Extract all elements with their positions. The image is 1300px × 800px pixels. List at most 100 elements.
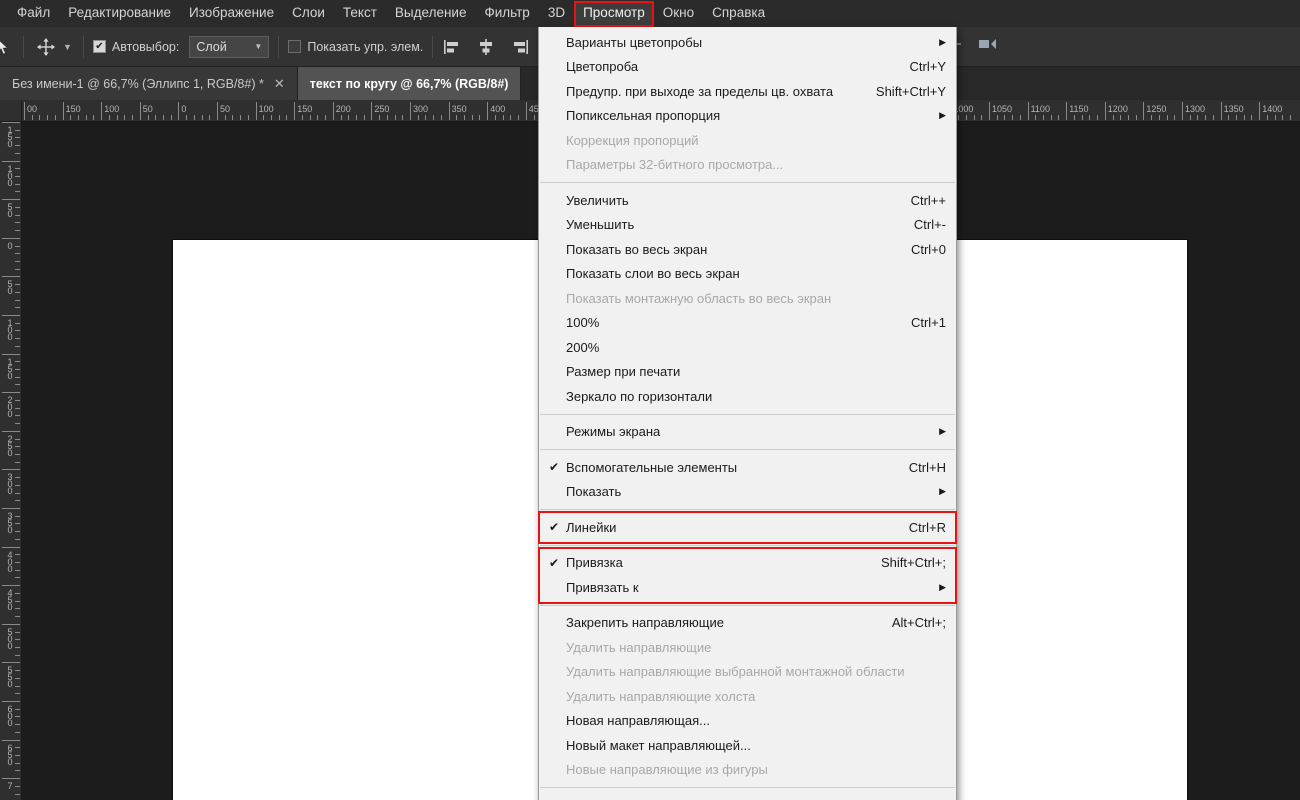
ruler-tick-minor <box>15 284 20 286</box>
ruler-tick-minor <box>15 631 20 633</box>
menu-item-0-4: Коррекция пропорций <box>539 128 956 153</box>
menubar-item-8[interactable]: Просмотр <box>574 1 654 27</box>
document-tab-0[interactable]: Без имени-1 @ 66,7% (Эллипс 1, RGB/8#) *… <box>0 67 298 100</box>
menu-item-shortcut: Ctrl+0 <box>910 241 946 257</box>
menu-item-1-5[interactable]: 100% Ctrl+1 <box>539 311 956 336</box>
ruler-tick-minor <box>1290 115 1292 120</box>
ruler-label-h: 1200 <box>1107 104 1128 114</box>
menubar-item-9[interactable]: Окно <box>654 2 703 25</box>
menubar-item-6[interactable]: Фильтр <box>475 2 538 25</box>
autoselect-scope-value: Слой <box>196 39 227 54</box>
menu-item-shortcut: Alt+Ctrl+; <box>891 615 946 631</box>
menu-item-6-0[interactable]: Закрепить направляющие Alt+Ctrl+; <box>539 611 956 636</box>
menu-item-label: Показать <box>566 484 622 500</box>
menu-item-3-0[interactable]: ✔ Вспомогательные элементы Ctrl+H <box>539 455 956 480</box>
align-right-icon[interactable] <box>510 37 530 57</box>
menu-item-1-1[interactable]: Уменьшить Ctrl+- <box>539 213 956 238</box>
menu-item-6-5[interactable]: Новый макет направляющей... <box>539 733 956 758</box>
tool-preset-chevron-down-icon[interactable]: ▼ <box>63 42 72 52</box>
menubar-item-5[interactable]: Выделение <box>386 2 476 25</box>
ruler-tick-major <box>2 315 20 316</box>
menu-item-3-1[interactable]: Показать ▶ <box>539 480 956 505</box>
ruler-tick-minor <box>1004 115 1006 120</box>
menubar-item-0[interactable]: Файл <box>8 2 59 25</box>
ruler-tick-minor <box>15 523 20 525</box>
menu-item-0-0[interactable]: Варианты цветопробы ▶ <box>539 30 956 55</box>
ruler-tick-minor <box>15 407 20 409</box>
menubar-item-7[interactable]: 3D <box>539 2 574 25</box>
vertical-ruler[interactable]: 150 100 50 0 50 100 150 200 250 300 350 400 450 500 55… <box>0 122 22 800</box>
menu-item-5-1[interactable]: Привязать к ▶ <box>539 575 956 600</box>
autoselect-scope-select[interactable]: Слой ▼ <box>189 35 270 58</box>
ruler-tick-major <box>2 469 20 471</box>
menubar-item-label: Справка <box>712 5 766 21</box>
3d-camera-icon[interactable] <box>978 36 1000 57</box>
menu-item-1-8[interactable]: Зеркало по горизонтали <box>539 384 956 409</box>
ruler-tick-minor <box>15 307 20 309</box>
ruler-tick-minor <box>271 115 273 120</box>
ruler-corner[interactable] <box>0 100 22 122</box>
ruler-tick-minor <box>15 577 20 579</box>
document-tab-1[interactable]: текст по кругу @ 66,7% (RGB/8#) <box>297 67 522 100</box>
menu-item-7-0[interactable]: Закрепить фрагменты <box>539 793 956 800</box>
menu-item-2-0[interactable]: Режимы экрана ▶ <box>539 420 956 445</box>
menubar-item-label: 3D <box>547 5 566 21</box>
menu-item-1-3[interactable]: Показать слои во весь экран <box>539 262 956 287</box>
ruler-label-h: 00 <box>27 104 38 114</box>
ruler-tick-minor <box>15 639 20 641</box>
menu-item-label: Предупр. при выходе за пределы цв. охват… <box>566 83 834 99</box>
menu-item-6-6: Новые направляющие из фигуры <box>539 758 956 783</box>
menubar-item-1[interactable]: Редактирование <box>59 2 180 25</box>
ruler-tick-minor <box>1058 115 1060 120</box>
ruler-tick-major <box>2 701 20 702</box>
menu-item-4-0[interactable]: ✔ Линейки Ctrl+R <box>539 515 956 540</box>
menu-item-1-7[interactable]: Размер при печати <box>539 360 956 385</box>
menu-item-0-1[interactable]: Цветопроба Ctrl+Y <box>539 55 956 80</box>
align-left-icon[interactable] <box>442 37 462 57</box>
menu-item-shortcut: Ctrl+H <box>908 459 946 475</box>
options-separator-4 <box>432 35 434 58</box>
menubar-item-10[interactable]: Справка <box>703 2 774 25</box>
menu-separator <box>540 544 955 546</box>
ruler-tick-minor <box>15 500 20 502</box>
ruler-tick-minor <box>15 245 20 247</box>
ruler-tick-minor <box>132 115 134 120</box>
menu-item-label: Коррекция пропорций <box>566 132 699 148</box>
align-center-horizontal-icon[interactable] <box>476 37 496 57</box>
menu-item-label: Параметры 32-битного просмотра... <box>566 157 784 173</box>
ruler-tick-minor <box>263 115 265 120</box>
ruler-tick-major <box>1220 102 1222 120</box>
menubar-item-label: Слои <box>292 5 325 21</box>
menu-item-shortcut: Ctrl+R <box>908 519 946 535</box>
show-controls-label: Показать упр. элем. <box>307 39 424 54</box>
tab-close-icon[interactable]: ✕ <box>274 76 285 92</box>
ruler-label-h: 150 <box>297 104 313 114</box>
move-tool-icon[interactable] <box>33 34 59 60</box>
ruler-tick-minor <box>31 115 33 120</box>
ruler-tick-minor <box>124 115 126 120</box>
menu-item-6-4[interactable]: Новая направляющая... <box>539 709 956 734</box>
menu-item-label: Новые направляющие из фигуры <box>566 762 768 778</box>
menu-item-0-2[interactable]: Предупр. при выходе за пределы цв. охват… <box>539 79 956 104</box>
menu-item-5-0[interactable]: ✔ Привязка Shift+Ctrl+; <box>539 551 956 576</box>
menu-item-1-0[interactable]: Увеличить Ctrl++ <box>539 188 956 213</box>
ruler-tick-minor <box>15 477 20 479</box>
menu-item-0-3[interactable]: Попиксельная пропорция ▶ <box>539 104 956 129</box>
ruler-tick-minor <box>15 670 20 672</box>
ruler-tick-minor <box>355 115 357 120</box>
ruler-tick-minor <box>15 446 20 448</box>
ruler-tick-minor <box>363 115 365 120</box>
menu-item-label: Вспомогательные элементы <box>566 459 738 475</box>
ruler-tick-minor <box>201 115 203 120</box>
ruler-label-h: 300 <box>413 104 429 114</box>
menu-item-1-2[interactable]: Показать во весь экран Ctrl+0 <box>539 237 956 262</box>
autoselect-checkbox[interactable]: ✔ <box>92 40 106 53</box>
ruler-tick-major <box>24 102 25 120</box>
ruler-tick-minor <box>15 260 20 262</box>
show-controls-checkbox[interactable] <box>288 40 302 53</box>
menubar-item-4[interactable]: Текст <box>334 2 386 25</box>
menubar-item-2[interactable]: Изображение <box>180 2 283 25</box>
view-menu-dropdown: Варианты цветопробы ▶ Цветопроба Ctrl+Y Пред… <box>538 27 957 800</box>
menubar-item-3[interactable]: Слои <box>283 2 334 25</box>
menu-item-1-6[interactable]: 200% <box>539 335 956 360</box>
